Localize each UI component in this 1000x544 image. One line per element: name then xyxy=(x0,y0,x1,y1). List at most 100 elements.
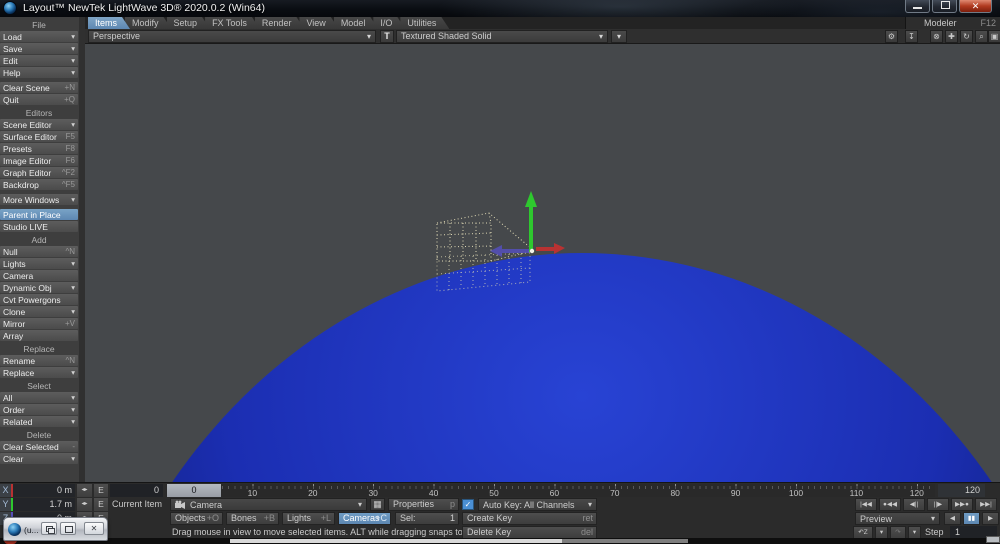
prev-frame-button[interactable]: ◀|| xyxy=(903,498,925,511)
properties-button[interactable]: Properties p xyxy=(388,498,459,511)
tab-utilities[interactable]: Utilities xyxy=(400,17,449,29)
maximize-viewport-icon[interactable]: ▣ xyxy=(988,30,1000,43)
create-key-button[interactable]: Create Key ret xyxy=(462,512,597,525)
timeline-scrubber[interactable]: 0 xyxy=(167,484,221,497)
sidebar-item-order[interactable]: Order▾ xyxy=(0,404,78,415)
select-lights-button[interactable]: Lights+L xyxy=(282,512,335,525)
pan-view-icon[interactable]: ✚ xyxy=(945,30,958,43)
tick-label-10: 10 xyxy=(248,488,257,498)
sidebar-item-dynamic-obj[interactable]: Dynamic Obj▾ xyxy=(0,282,78,293)
mini-close-button[interactable]: ✕ xyxy=(84,522,104,535)
sidebar-item-presets[interactable]: PresetsF8 xyxy=(0,143,78,154)
go-last-frame-button[interactable]: ▶▶| xyxy=(975,498,997,511)
sidebar-item-studio-live[interactable]: Studio LIVE xyxy=(0,221,78,232)
tab-items[interactable]: Items xyxy=(88,17,130,29)
current-frame-field[interactable]: 0 xyxy=(110,484,163,497)
y-envelope-button[interactable]: E xyxy=(94,498,108,511)
autokey-dropdown[interactable]: Auto Key: All Channels ▾ xyxy=(478,498,597,511)
sidebar-item-backdrop[interactable]: Backdrop^F5 xyxy=(0,179,78,190)
y-nudge-button[interactable]: ◂▸ xyxy=(77,498,92,511)
viewport-extra-dropdown[interactable]: ▾ xyxy=(611,30,627,43)
x-axis-handle[interactable] xyxy=(536,243,565,254)
x-nudge-button[interactable]: ◂▸ xyxy=(77,484,92,497)
sidebar-item-clone[interactable]: Clone▾ xyxy=(0,306,78,317)
sidebar-item-graph-editor[interactable]: Graph Editor^F2 xyxy=(0,167,78,178)
sidebar-item-camera[interactable]: Camera xyxy=(0,270,78,281)
go-first-frame-button[interactable]: |◀◀ xyxy=(855,498,877,511)
sidebar-item-scene-editor[interactable]: Scene Editor▾ xyxy=(0,119,78,130)
sidebar-item-cvt-powergons[interactable]: Cvt Powergons xyxy=(0,294,78,305)
restore-button[interactable] xyxy=(932,0,957,13)
z-axis-handle[interactable] xyxy=(490,245,529,257)
sidebar-item-load[interactable]: Load▾ xyxy=(0,31,78,42)
sidebar-item-edit[interactable]: Edit▾ xyxy=(0,55,78,66)
end-frame-field[interactable]: 120 xyxy=(938,484,985,497)
sidebar-item-quit[interactable]: Quit+Q xyxy=(0,94,78,105)
x-envelope-button[interactable]: E xyxy=(94,484,108,497)
select-cameras-button[interactable]: Cameras+C xyxy=(338,512,391,525)
mini-restore-button[interactable] xyxy=(41,522,57,535)
preview-label: Preview xyxy=(860,514,892,524)
sidebar-item-image-editor[interactable]: Image EditorF6 xyxy=(0,155,78,166)
sidebar-item-more-windows[interactable]: More Windows▾ xyxy=(0,194,78,205)
sidebar-item-lights[interactable]: Lights▾ xyxy=(0,258,78,269)
sidebar-item-rename[interactable]: Rename^N xyxy=(0,355,78,366)
pause-button[interactable]: ▮▮ xyxy=(963,512,980,525)
sidebar-item-clear-scene[interactable]: Clear Scene+N xyxy=(0,82,78,93)
center-view-icon[interactable]: ⊗ xyxy=(930,30,943,43)
play-button[interactable]: ▶ xyxy=(982,512,999,525)
autokey-checkbox[interactable]: ✓ xyxy=(462,499,474,510)
y-axis-button[interactable]: Y xyxy=(0,498,11,511)
resize-grip[interactable] xyxy=(986,536,1000,543)
rotate-view-icon[interactable]: ↻ xyxy=(960,30,973,43)
perspective-viewport[interactable] xyxy=(85,44,1000,482)
x-axis-button[interactable]: X xyxy=(0,484,11,497)
sidebar-item-parent-in-place[interactable]: Parent in Place xyxy=(0,209,78,220)
minimized-window-titlebar[interactable]: (u... ✕ xyxy=(3,517,108,541)
modeler-button[interactable]: Modeler F12 xyxy=(905,17,1000,29)
sidebar-item-null[interactable]: Null^N xyxy=(0,246,78,257)
sidebar-item-help[interactable]: Help▾ xyxy=(0,67,78,78)
pivot-point[interactable] xyxy=(530,249,534,253)
lightwave-app-icon xyxy=(8,523,21,536)
sidebar-item-mirror[interactable]: Mirror+V xyxy=(0,318,78,329)
sidebar-item-clear[interactable]: Clear▾ xyxy=(0,453,78,464)
select-bones-button[interactable]: Bones+B xyxy=(226,512,279,525)
item-list-button[interactable]: ▦ xyxy=(370,498,385,511)
x-position-field[interactable]: 0 m xyxy=(13,484,75,497)
preview-dropdown[interactable]: Preview ▾ xyxy=(855,512,940,525)
title-bar[interactable]: Layout™ NewTek LightWave 3D® 2020.0.2 (W… xyxy=(0,0,1000,17)
current-item-dropdown[interactable]: Camera ▾ xyxy=(170,498,367,511)
sidebar-item-clear-selected[interactable]: Clear Selected- xyxy=(0,441,78,452)
next-key-button[interactable]: ▶▶● xyxy=(951,498,973,511)
play-reverse-button[interactable]: ◀ xyxy=(944,512,961,525)
sidebar-item-save[interactable]: Save▾ xyxy=(0,43,78,54)
gear-icon[interactable]: ⚙ xyxy=(885,30,898,43)
y-position-field[interactable]: 1.7 m xyxy=(13,498,75,511)
tick-label-80: 80 xyxy=(670,488,679,498)
sidebar-item-surface-editor[interactable]: Surface EditorF5 xyxy=(0,131,78,142)
select-objects-button[interactable]: Objects+O xyxy=(170,512,223,525)
tab-setup[interactable]: Setup xyxy=(167,17,211,29)
zoom-view-icon[interactable]: ⌕ xyxy=(975,30,988,43)
next-frame-button[interactable]: ||▶ xyxy=(927,498,949,511)
tab-fx-tools[interactable]: FX Tools xyxy=(205,17,260,29)
sidebar-item-array[interactable]: Array xyxy=(0,330,78,341)
timeline-ruler[interactable]: 102030405060708090100110120 0 xyxy=(166,484,935,497)
sidebar-item-replace[interactable]: Replace▾ xyxy=(0,367,78,378)
close-button[interactable]: ✕ xyxy=(959,0,992,13)
tab-modify[interactable]: Modify xyxy=(125,17,172,29)
sidebar-item-all[interactable]: All▾ xyxy=(0,392,78,403)
export-view-icon[interactable]: ↧ xyxy=(905,30,918,43)
tab-view[interactable]: View xyxy=(299,17,338,29)
prev-key-button[interactable]: ●◀◀ xyxy=(879,498,901,511)
tab-model[interactable]: Model xyxy=(334,17,379,29)
tab-render[interactable]: Render xyxy=(255,17,305,29)
sidebar-item-related[interactable]: Related▾ xyxy=(0,416,78,427)
shading-mode-dropdown[interactable]: Textured Shaded Solid ▾ xyxy=(396,30,608,43)
mini-maximize-button[interactable] xyxy=(60,522,76,535)
texture-toggle-button[interactable]: T xyxy=(380,30,394,43)
y-axis-handle[interactable] xyxy=(525,191,537,252)
view-type-dropdown[interactable]: Perspective ▾ xyxy=(88,30,376,43)
minimize-button[interactable] xyxy=(905,0,930,13)
